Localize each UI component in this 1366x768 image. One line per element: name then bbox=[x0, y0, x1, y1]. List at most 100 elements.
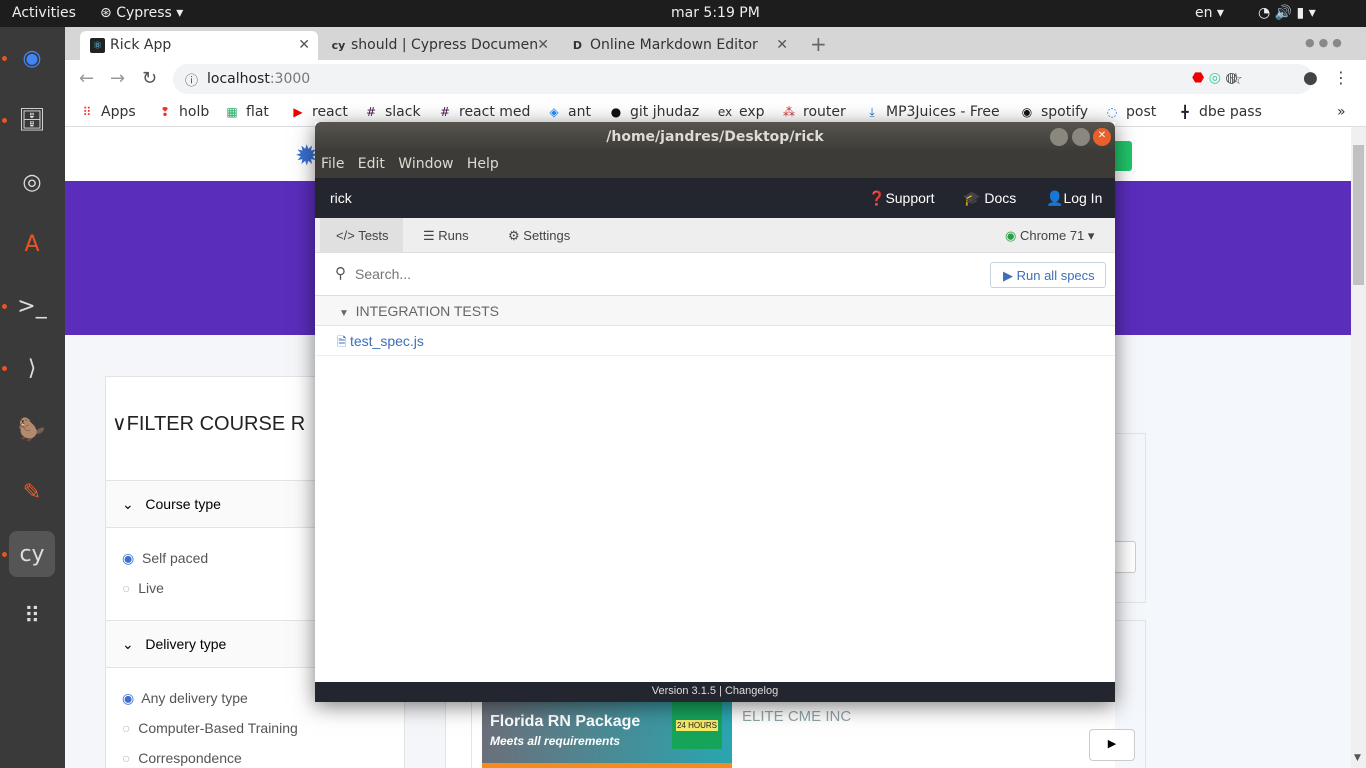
bookmark-mp3juices-free[interactable]: ⤓ MP3Juices - Free bbox=[864, 104, 999, 120]
radio-cbt[interactable]: ○ Computer-Based Training bbox=[122, 720, 298, 736]
app-menu-label: Cypress ▾ bbox=[116, 5, 184, 21]
run-all-label: Run all specs bbox=[1016, 268, 1095, 283]
course-type-label: Course type bbox=[145, 496, 221, 512]
support-link[interactable]: ❓Support bbox=[868, 190, 934, 207]
radio-correspondence[interactable]: ○ Correspondence bbox=[122, 750, 242, 766]
bookmark-ant[interactable]: ◈ ant bbox=[546, 104, 591, 120]
vscode-icon[interactable]: ⟩ bbox=[9, 345, 55, 391]
window-controls[interactable]: ●●● bbox=[1305, 36, 1346, 49]
bookmark-icon: ❢ bbox=[159, 105, 171, 119]
tab-runs[interactable]: ☰ Runs bbox=[423, 228, 469, 244]
language-menu[interactable]: en ▾ bbox=[1195, 5, 1224, 21]
beaver-icon[interactable]: 🦫 bbox=[9, 407, 55, 453]
login-link[interactable]: 👤Log In bbox=[1046, 190, 1102, 207]
close-icon[interactable]: ✕ bbox=[776, 37, 788, 53]
tab-label: Settings bbox=[523, 228, 571, 243]
clock[interactable]: mar 5:19 PM bbox=[671, 5, 760, 21]
new-tab-button[interactable]: + bbox=[810, 32, 827, 56]
bookmark-router[interactable]: ⁂ router bbox=[781, 104, 846, 120]
menu-edit[interactable]: Edit bbox=[358, 156, 385, 172]
cypress-window: /home/jandres/Desktop/rick ✕ File Edit W… bbox=[315, 122, 1115, 702]
radio-unchecked-icon: ○ bbox=[122, 580, 131, 596]
react-icon: ⚛ bbox=[90, 38, 105, 53]
bookmark-holb[interactable]: ❢ holb bbox=[157, 104, 209, 120]
bookmark-react[interactable]: ▶ react bbox=[290, 104, 347, 120]
chrome-icon[interactable]: ◉ bbox=[9, 35, 55, 81]
provider-name[interactable]: ELITE CME INC bbox=[742, 708, 851, 725]
browser-select[interactable]: ◉ Chrome 71 ▾ bbox=[1005, 228, 1094, 244]
window-title: /home/jandres/Desktop/rick bbox=[606, 129, 824, 145]
software-icon[interactable]: A bbox=[9, 221, 55, 267]
bookmark-label: spotify bbox=[1041, 104, 1089, 120]
url-host: localhost bbox=[207, 71, 270, 87]
page-scrollbar[interactable]: ▼ bbox=[1351, 127, 1366, 768]
activities-button[interactable]: Activities bbox=[12, 5, 76, 21]
radio-any-delivery[interactable]: ◉ Any delivery type bbox=[122, 690, 248, 707]
close-button[interactable]: ✕ bbox=[1093, 128, 1111, 146]
bookmark-slack[interactable]: # slack bbox=[363, 104, 421, 120]
files-icon[interactable]: 🗄 bbox=[9, 97, 55, 143]
tab-settings[interactable]: ⚙ Settings bbox=[508, 228, 570, 244]
cypress-icon[interactable]: cy bbox=[9, 531, 55, 577]
postman-icon[interactable]: ✎ bbox=[9, 469, 55, 515]
bookmark-icon: ⁂ bbox=[783, 105, 795, 119]
docs-link[interactable]: 🎓 Docs bbox=[963, 190, 1016, 207]
next-button[interactable]: ▶ bbox=[1089, 729, 1135, 761]
bookmark-exp[interactable]: ex exp bbox=[717, 104, 765, 120]
bookmark-dbe-pass[interactable]: ╋ dbe pass bbox=[1177, 104, 1262, 120]
bookmark-label: slack bbox=[385, 104, 421, 120]
run-all-specs-button[interactable]: ▶ Run all specs bbox=[990, 262, 1106, 288]
search-input[interactable] bbox=[355, 263, 955, 285]
window-titlebar[interactable]: /home/jandres/Desktop/rick ✕ bbox=[315, 122, 1115, 152]
menu-file[interactable]: File bbox=[321, 156, 344, 172]
radio-live[interactable]: ○ Live bbox=[122, 580, 164, 596]
filter-title[interactable]: ∨FILTER COURSE R bbox=[112, 411, 305, 436]
bookmark-post[interactable]: ◌ post bbox=[1104, 104, 1157, 120]
play-icon: ▶ bbox=[1003, 268, 1017, 283]
close-icon[interactable]: ✕ bbox=[537, 37, 549, 53]
maximize-button[interactable] bbox=[1072, 128, 1090, 146]
forward-button[interactable]: → bbox=[110, 68, 125, 89]
bookmark-react-med[interactable]: # react med bbox=[437, 104, 530, 120]
reload-button[interactable]: ↻ bbox=[142, 68, 157, 89]
apps-grid-icon[interactable]: ⠿ bbox=[9, 593, 55, 639]
bookmark-icon: ⠿ bbox=[82, 105, 92, 119]
folder-label: INTEGRATION TESTS bbox=[355, 303, 499, 319]
project-name[interactable]: rick bbox=[330, 190, 352, 206]
minimize-button[interactable] bbox=[1050, 128, 1068, 146]
tab-markdown-editor[interactable]: D Online Markdown Editor ✕ bbox=[560, 31, 796, 60]
tab-title: Online Markdown Editor bbox=[590, 37, 758, 53]
bookmark-flat[interactable]: ▦ flat bbox=[224, 104, 269, 120]
bookmark-git-jhudaz[interactable]: ● git jhudaz bbox=[608, 104, 699, 120]
rhythmbox-icon[interactable]: ◎ bbox=[9, 159, 55, 205]
menu-icon[interactable]: ⋮ bbox=[1333, 68, 1349, 87]
cypress-header: rick ❓Support 🎓 Docs 👤Log In bbox=[315, 178, 1115, 218]
menu-window[interactable]: Window bbox=[398, 156, 453, 172]
profile-icon[interactable]: ● bbox=[1303, 68, 1318, 88]
course-ad-image[interactable]: Florida RN Package Meets all requirement… bbox=[482, 701, 732, 768]
tab-rick-app[interactable]: ⚛ Rick App ✕ bbox=[80, 31, 318, 60]
bookmark-spotify[interactable]: ◉ spotify bbox=[1019, 104, 1088, 120]
close-icon[interactable]: ✕ bbox=[298, 37, 310, 53]
tab-cypress-docs[interactable]: cy should | Cypress Documen ✕ bbox=[321, 31, 557, 60]
tab-tests[interactable]: </> Tests bbox=[320, 218, 403, 253]
search-icon: ⚲ bbox=[335, 265, 346, 282]
radio-self-paced[interactable]: ◉ Self paced bbox=[122, 550, 208, 567]
bookmark-apps[interactable]: ⠿ Apps bbox=[79, 104, 136, 120]
system-status-icons[interactable]: ◔ 🔊 ▮ ▾ bbox=[1258, 5, 1316, 21]
app-menu[interactable]: ⊛ Cypress ▾ bbox=[100, 5, 183, 21]
bookmark-icon: ⤓ bbox=[869, 105, 875, 119]
extension-icons[interactable]: ⬣ ◎ ◍ bbox=[1192, 70, 1238, 86]
gear-icon: ⚙ bbox=[508, 228, 524, 243]
menu-help[interactable]: Help bbox=[467, 156, 499, 172]
more-bookmarks-button[interactable]: » bbox=[1337, 104, 1346, 120]
back-button[interactable]: ← bbox=[79, 68, 94, 89]
spec-file-row[interactable]: 🗎 test_spec.js bbox=[315, 326, 1115, 356]
terminal-icon[interactable]: >_ bbox=[9, 283, 55, 329]
url-bar[interactable]: ⓘ localhost:3000 ☆ bbox=[173, 64, 1313, 94]
integration-tests-folder[interactable]: ▼ INTEGRATION TESTS bbox=[315, 296, 1115, 326]
changelog-link[interactable]: Changelog bbox=[725, 685, 778, 697]
bookmark-icon: ▶ bbox=[293, 105, 303, 119]
option-label: Self paced bbox=[142, 550, 209, 566]
info-icon: ⓘ bbox=[185, 74, 199, 89]
